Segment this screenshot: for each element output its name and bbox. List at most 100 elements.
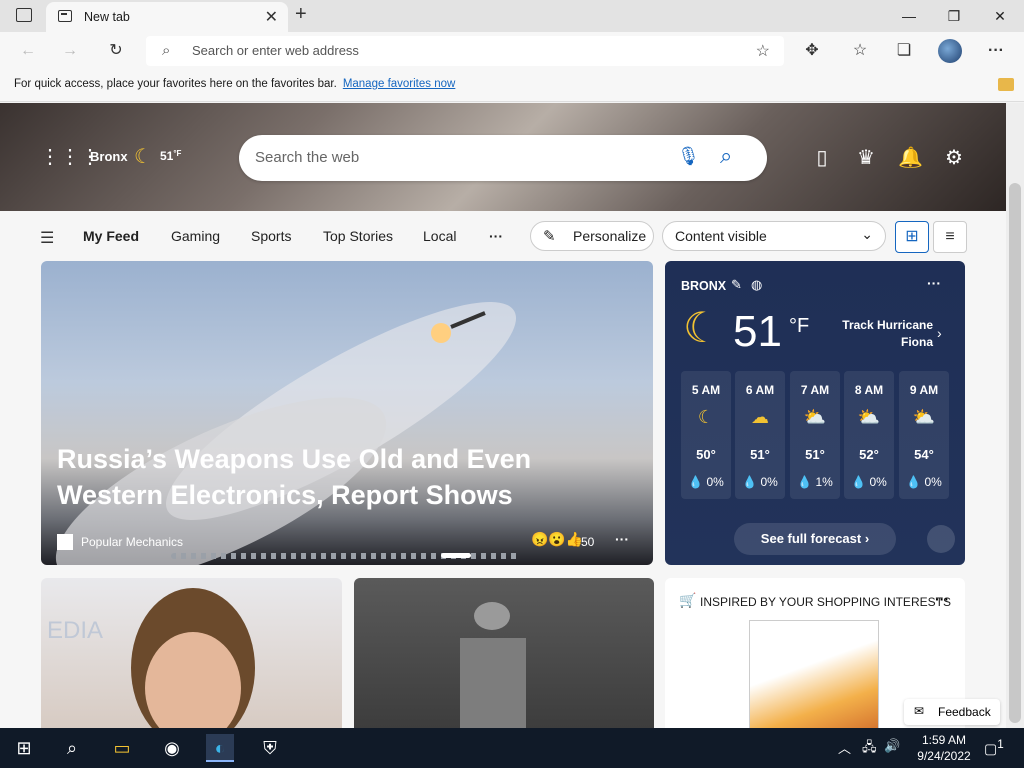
manage-favorites-link[interactable]: Manage favorites now xyxy=(343,78,456,90)
refresh-icon[interactable]: ↻ xyxy=(104,39,128,63)
story-card-street[interactable] xyxy=(354,578,654,728)
clock-time: 1:59 AM xyxy=(921,733,967,747)
tab-my-feed[interactable]: My Feed xyxy=(83,228,139,244)
hero-location[interactable]: Bronx xyxy=(90,149,128,164)
svg-text:EDIA: EDIA xyxy=(47,617,103,644)
phone-icon[interactable]: ▯ xyxy=(810,146,834,170)
search-icon: ⌕ xyxy=(162,42,171,59)
new-tab-button[interactable]: + xyxy=(295,3,307,26)
security-icon[interactable]: ⛨ xyxy=(256,734,284,762)
collections-icon[interactable]: ❏ xyxy=(892,39,916,63)
chevron-right-icon[interactable]: › xyxy=(937,325,942,341)
tab-sports[interactable]: Sports xyxy=(251,228,291,244)
story-card-person[interactable]: EDIA xyxy=(41,578,342,728)
reactions-icon[interactable]: 😠😮👍 xyxy=(531,531,583,548)
content-select-value: Content visible xyxy=(675,228,767,244)
reaction-count: 50 xyxy=(581,535,595,549)
tab-actions-icon[interactable] xyxy=(16,8,32,22)
tab-gaming[interactable]: Gaming xyxy=(171,228,220,244)
main-story-card[interactable]: Russia’s Weapons Use Old and Even Wester… xyxy=(41,261,653,565)
partly-sunny-icon: ⛅ xyxy=(803,407,827,427)
notifications-icon[interactable]: 🔔 xyxy=(898,146,923,170)
page-settings-icon[interactable]: ⚙ xyxy=(942,146,966,170)
partly-sunny-icon: ⛅ xyxy=(912,407,936,427)
list-view-button[interactable]: ≡ xyxy=(933,221,967,253)
hour-precip: 💧 1% xyxy=(797,475,833,489)
extensions-icon[interactable]: ✥ xyxy=(800,39,824,63)
tab-local[interactable]: Local xyxy=(423,228,456,244)
see-full-forecast-button[interactable]: See full forecast › xyxy=(734,523,896,555)
new-tab-icon xyxy=(58,10,72,22)
web-search-box[interactable]: Search the web 🎙 ⌕ xyxy=(239,135,767,181)
clock[interactable]: 1:59 AM 9/24/2022 xyxy=(912,732,976,764)
volume-icon[interactable]: 🔊 xyxy=(884,738,900,754)
feedback-icon: ✉ xyxy=(914,704,925,718)
address-bar[interactable]: ⌕ Search or enter web address ☆ xyxy=(146,36,784,66)
moon-icon: ☾ xyxy=(134,146,152,168)
add-favorite-icon[interactable]: ☆ xyxy=(756,41,770,61)
tab-title: New tab xyxy=(84,10,130,24)
content-visibility-select[interactable]: Content visible ⌄ xyxy=(662,221,886,251)
forecast-button-label: See full forecast xyxy=(760,531,862,546)
profile-avatar[interactable] xyxy=(938,39,962,63)
hour-temp: 50° xyxy=(696,447,716,462)
forward-icon[interactable]: → xyxy=(58,39,82,63)
carousel-active-dot[interactable] xyxy=(441,553,471,558)
hour-forecast-9am[interactable]: 9 AM ⛅ 54° 💧 0% xyxy=(899,371,949,499)
shopping-more-button[interactable]: ··· xyxy=(935,591,949,607)
restore-button[interactable]: ❐ xyxy=(942,4,966,28)
file-explorer-icon[interactable]: ▭ xyxy=(108,734,136,762)
feed-navigation: ☰ My Feed Gaming Sports Top Stories Loca… xyxy=(0,211,1006,261)
weather-city[interactable]: BRONX xyxy=(681,279,726,293)
grid-view-button[interactable]: ⊞ xyxy=(895,221,929,253)
personalize-button[interactable]: ✎ Personalize xyxy=(530,221,654,251)
tab-new[interactable]: New tab ✕ xyxy=(46,2,288,32)
tab-top-stories[interactable]: Top Stories xyxy=(323,228,393,244)
start-windows-icon[interactable]: ⊞ xyxy=(10,734,38,762)
hour-forecast-6am[interactable]: 6 AM ☁ 51° 💧 0% xyxy=(735,371,785,499)
shopping-title: INSPIRED BY YOUR SHOPPING INTERESTS xyxy=(700,595,951,609)
chevron-down-icon: ⌄ xyxy=(861,226,873,242)
close-window-button[interactable]: ✕ xyxy=(988,4,1012,28)
weather-card[interactable]: BRONX ✎ ◍ ··· ☾ 51 °F Track Hurricane Fi… xyxy=(665,261,965,565)
microphone-icon[interactable]: 🎙 xyxy=(677,146,700,167)
chrome-icon[interactable]: ◉ xyxy=(158,734,186,762)
weather-more-button[interactable]: ··· xyxy=(927,275,941,291)
apps-grid-icon[interactable]: ⋮⋮⋮ xyxy=(40,145,100,169)
hour-precip-value: 0% xyxy=(706,475,724,489)
notification-center-icon[interactable]: ▢1 xyxy=(984,738,1004,758)
main-story-source[interactable]: Popular Mechanics xyxy=(81,535,183,549)
feedback-button[interactable]: ✉ Feedback xyxy=(904,699,1000,725)
minimize-button[interactable]: — xyxy=(897,4,921,28)
favorites-icon[interactable]: ☆ xyxy=(848,39,872,63)
favorites-hint: For quick access, place your favorites h… xyxy=(14,78,455,90)
hour-time: 5 AM xyxy=(691,383,721,397)
scrollbar-thumb[interactable] xyxy=(1009,183,1021,723)
edit-location-icon[interactable]: ✎ xyxy=(731,277,742,293)
hour-forecast-7am[interactable]: 7 AM ⛅ 51° 💧 1% xyxy=(790,371,840,499)
hour-temp: 51° xyxy=(805,447,825,462)
tray-chevron-icon[interactable]: ︿ xyxy=(838,738,851,757)
settings-menu-icon[interactable]: ··· xyxy=(984,39,1008,63)
more-tabs-button[interactable]: ··· xyxy=(489,228,503,244)
person-photo: EDIA xyxy=(47,588,255,728)
close-tab-icon[interactable]: ✕ xyxy=(265,7,278,27)
shopping-cart-icon: 🛒 xyxy=(679,592,697,608)
rewards-icon[interactable]: ♛ xyxy=(854,146,878,170)
hamburger-menu-icon[interactable]: ☰ xyxy=(40,228,54,248)
other-favorites-folder-icon[interactable] xyxy=(998,78,1014,91)
globe-icon[interactable]: ◍ xyxy=(751,277,762,293)
hour-forecast-8am[interactable]: 8 AM ⛅ 52° 💧 0% xyxy=(844,371,894,499)
edge-icon[interactable]: ◐ xyxy=(206,734,234,762)
network-icon[interactable]: 🖧 xyxy=(862,738,877,760)
hour-temp: 52° xyxy=(859,447,879,462)
weather-map-icon[interactable] xyxy=(927,525,955,553)
hour-forecast-5am[interactable]: 5 AM ☾ 50° 💧 0% xyxy=(681,371,731,499)
story-more-button[interactable]: ··· xyxy=(615,531,629,547)
main-story-headline[interactable]: Russia’s Weapons Use Old and Even Wester… xyxy=(57,441,637,513)
back-icon[interactable]: ← xyxy=(16,39,40,63)
hurricane-alert[interactable]: Track Hurricane Fiona xyxy=(835,317,933,351)
page-scrollbar[interactable] xyxy=(1006,103,1024,728)
search-icon[interactable]: ⌕ xyxy=(720,143,732,169)
search-icon[interactable]: ⌕ xyxy=(58,734,86,762)
